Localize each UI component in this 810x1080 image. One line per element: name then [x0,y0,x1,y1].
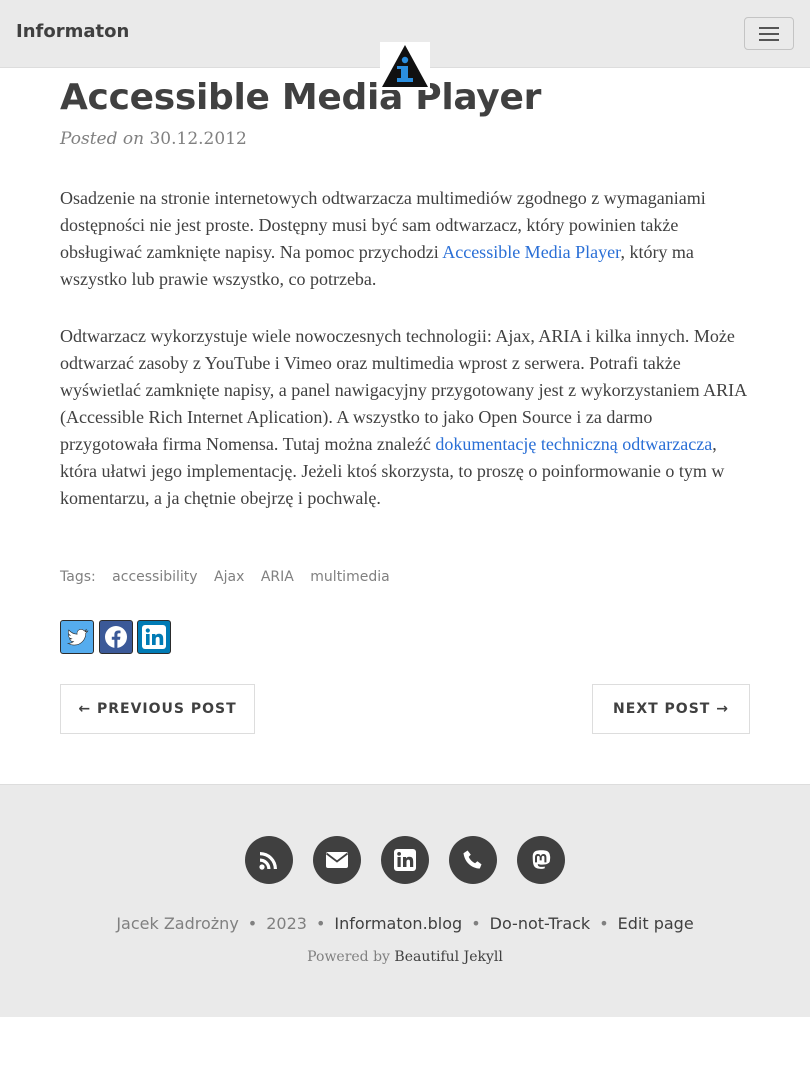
rss-icon [259,852,277,870]
linkedin-icon [394,849,416,871]
mastodon-link[interactable] [517,836,565,884]
site-logo[interactable] [380,42,430,90]
twitter-icon [66,628,89,646]
post-meta: Posted on 30.12.2012 [60,129,247,149]
footer-author: Jacek Zadrożny [116,914,239,933]
technical-docs-link[interactable]: dokumentację techniczną odtwarzacza [435,434,712,454]
posted-on-label: Posted on [60,129,145,149]
share-twitter-button[interactable] [60,620,94,654]
powered-by-label: Powered by [307,949,390,965]
tag-link[interactable]: ARIA [261,569,294,585]
post-paragraph-1: Osadzenie na stronie internetowych odtwa… [60,185,750,293]
tag-link[interactable]: accessibility [112,569,197,585]
powered-by: Powered by Beautiful Jekyll [0,949,810,965]
tag-link[interactable]: Ajax [214,569,244,585]
footer-dnt-link[interactable]: Do-not-Track [490,914,591,933]
previous-post-button[interactable]: ← Previous Post [60,684,255,734]
hamburger-icon [759,27,779,29]
linkedin-icon [142,625,166,649]
email-link[interactable] [313,836,361,884]
post-title: Accessible Media Player [60,77,542,118]
mastodon-icon [532,850,551,869]
site-footer: Jacek Zadrożny • 2023 • Informaton.blog • Do-n… [0,784,810,1017]
next-post-button[interactable]: Next Post → [592,684,750,734]
beautiful-jekyll-link[interactable]: Beautiful Jekyll [394,949,502,965]
post-paragraph-2: Odtwarzacz wykorzystuje wiele nowoczesny… [60,323,750,512]
tag-link[interactable]: multimedia [310,569,389,585]
site-brand-link[interactable]: Informaton [16,21,129,42]
phone-link[interactable] [449,836,497,884]
facebook-icon [105,626,127,648]
footer-site-link[interactable]: Informaton.blog [334,914,462,933]
phone-icon [463,850,482,869]
accessible-media-player-link[interactable]: Accessible Media Player [442,242,620,262]
post-tags: Tags: accessibility Ajax ARIA multimedia [60,569,390,585]
menu-toggle-button[interactable] [744,17,794,50]
footer-year: 2023 [266,914,307,933]
linkedin-link[interactable] [381,836,429,884]
share-facebook-button[interactable] [99,620,133,654]
email-icon [325,852,349,868]
logo-info-icon [382,45,428,87]
post-date: 30.12.2012 [149,129,247,149]
rss-link[interactable] [245,836,293,884]
share-linkedin-button[interactable] [137,620,171,654]
footer-info: Jacek Zadrożny • 2023 • Informaton.blog • Do-n… [116,914,694,933]
footer-edit-page-link[interactable]: Edit page [618,914,694,933]
tags-label: Tags: [60,569,96,585]
